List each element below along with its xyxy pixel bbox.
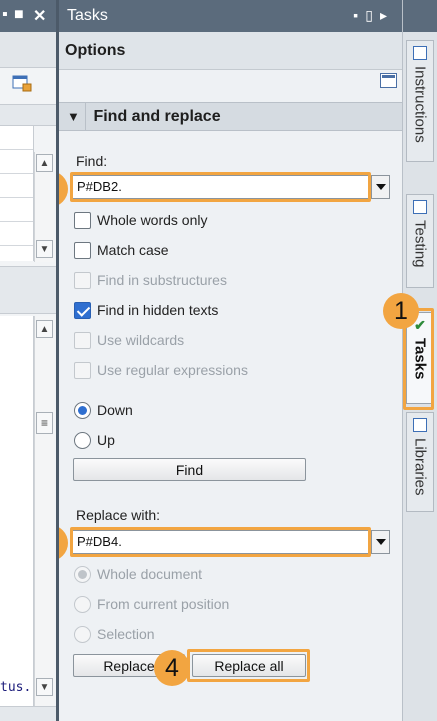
tasks-panel: Tasks ▪▯▸ Options ▼ Find and replace Fin… [59,0,402,721]
wildcards-checkbox: Use wildcards [74,330,184,350]
restore-icon[interactable]: ▪ [2,6,8,24]
editor-titlebar: ▪ ■ ✕ [0,0,56,32]
wildcards-box [74,331,91,349]
code-scrollbar[interactable]: ▲ ≡ ▼ [34,316,54,706]
options-header: Options [59,32,402,70]
chevron-down-icon[interactable]: ▼ [67,109,81,124]
find-combobox[interactable]: P#DB2. [72,175,390,199]
regex-checkbox: Use regular expressions [74,360,248,380]
down-label: Down [97,402,133,418]
substructures-label: Find in substructures [97,272,227,288]
code-scroll-down-icon[interactable]: ▼ [36,678,53,696]
tab-testing-label: Testing [411,220,429,268]
replace-dropdown-icon[interactable] [371,531,389,553]
callout-4: 4 [154,650,190,686]
selection-radio-icon [74,625,91,643]
editor-statusbar [0,706,56,721]
tabs-titlebar [403,0,437,32]
hidden-texts-label: Find in hidden texts [97,302,219,318]
interface-table [0,126,34,261]
up-radio-icon[interactable] [74,431,91,449]
regex-label: Use regular expressions [97,362,248,378]
substructures-box [74,271,91,289]
selection-radio: Selection [74,624,155,644]
tasks-title: Tasks [67,7,108,24]
substructures-checkbox: Find in substructures [74,270,227,290]
match-case-checkbox[interactable]: Match case [74,240,169,260]
find-label: Find: [76,153,108,169]
replace-combobox[interactable]: P#DB4. [72,530,390,554]
find-replace-header[interactable]: ▼ Find and replace [59,102,402,131]
direction-down-radio[interactable]: Down [74,400,133,420]
interface-header [0,104,56,126]
tab-instructions[interactable]: Instructions [406,40,434,162]
libraries-icon [413,418,427,432]
maximize-icon[interactable]: ■ [14,6,24,24]
find-dropdown-icon[interactable] [371,176,389,198]
code-editor[interactable] [0,316,34,706]
whole-words-checkbox[interactable]: Whole words only [74,210,208,230]
whole-document-radio: Whole document [74,564,202,584]
code-scroll-up-icon[interactable]: ▲ [36,320,53,338]
hidden-texts-box[interactable] [74,301,91,319]
callout-1: 1 [383,293,419,329]
regex-box [74,361,91,379]
find-replace-title: Find and replace [93,108,221,125]
block-interface-icon[interactable] [12,74,32,92]
task-card-tabs: Instructions Testing ✔ Tasks Libraries [402,0,437,721]
whole-document-radio-icon [74,565,91,583]
hidden-texts-checkbox[interactable]: Find in hidden texts [74,300,218,320]
wildcards-label: Use wildcards [97,332,185,348]
whole-document-label: Whole document [97,566,203,582]
current-position-label: From current position [97,596,230,612]
find-button[interactable]: Find [73,458,306,481]
scroll-thumb-icon[interactable]: ≡ [36,412,53,434]
tasks-titlebar: Tasks ▪▯▸ [59,0,402,32]
callout-2: 2 [59,171,68,207]
current-position-radio: From current position [74,594,229,614]
scroll-down-icon[interactable]: ▼ [36,240,53,258]
testing-icon [413,200,427,214]
replace-all-button[interactable]: Replace all [192,654,306,677]
code-line-text: tus. [0,680,32,695]
find-input[interactable]: P#DB2. [77,179,122,194]
callout-3: 3 [59,525,68,561]
tia-portal-window: ▪ ■ ✕ ▲ ▼ ▲ ≡ ▼ tus. Tasks ▪▯▸ Options ▼… [0,0,437,721]
up-label: Up [97,432,115,448]
panel-window-controls[interactable]: ▪▯▸ [353,7,394,24]
editor-area: ▪ ■ ✕ ▲ ▼ ▲ ≡ ▼ tus. [0,0,56,721]
whole-words-label: Whole words only [97,212,208,228]
down-radio-icon[interactable] [74,401,91,419]
instructions-icon [413,46,427,60]
replace-input[interactable]: P#DB4. [77,534,122,549]
editor-toolbar [0,32,56,68]
current-position-radio-icon [74,595,91,613]
tab-libraries[interactable]: Libraries [406,412,434,512]
interface-scrollbar[interactable]: ▲ ▼ [34,152,54,262]
options-layout-icon[interactable] [380,73,397,88]
scroll-up-icon[interactable]: ▲ [36,154,53,172]
network-header [0,266,56,314]
match-case-box[interactable] [74,241,91,259]
tab-instructions-label: Instructions [411,66,429,143]
tab-testing[interactable]: Testing [406,194,434,288]
tab-libraries-label: Libraries [411,438,429,496]
close-icon[interactable]: ✕ [33,6,46,26]
tab-tasks-label: Tasks [411,338,429,380]
selection-label: Selection [97,626,155,642]
match-case-label: Match case [97,242,169,258]
whole-words-box[interactable] [74,211,91,229]
direction-up-radio[interactable]: Up [74,430,115,450]
replace-label: Replace with: [76,507,161,523]
